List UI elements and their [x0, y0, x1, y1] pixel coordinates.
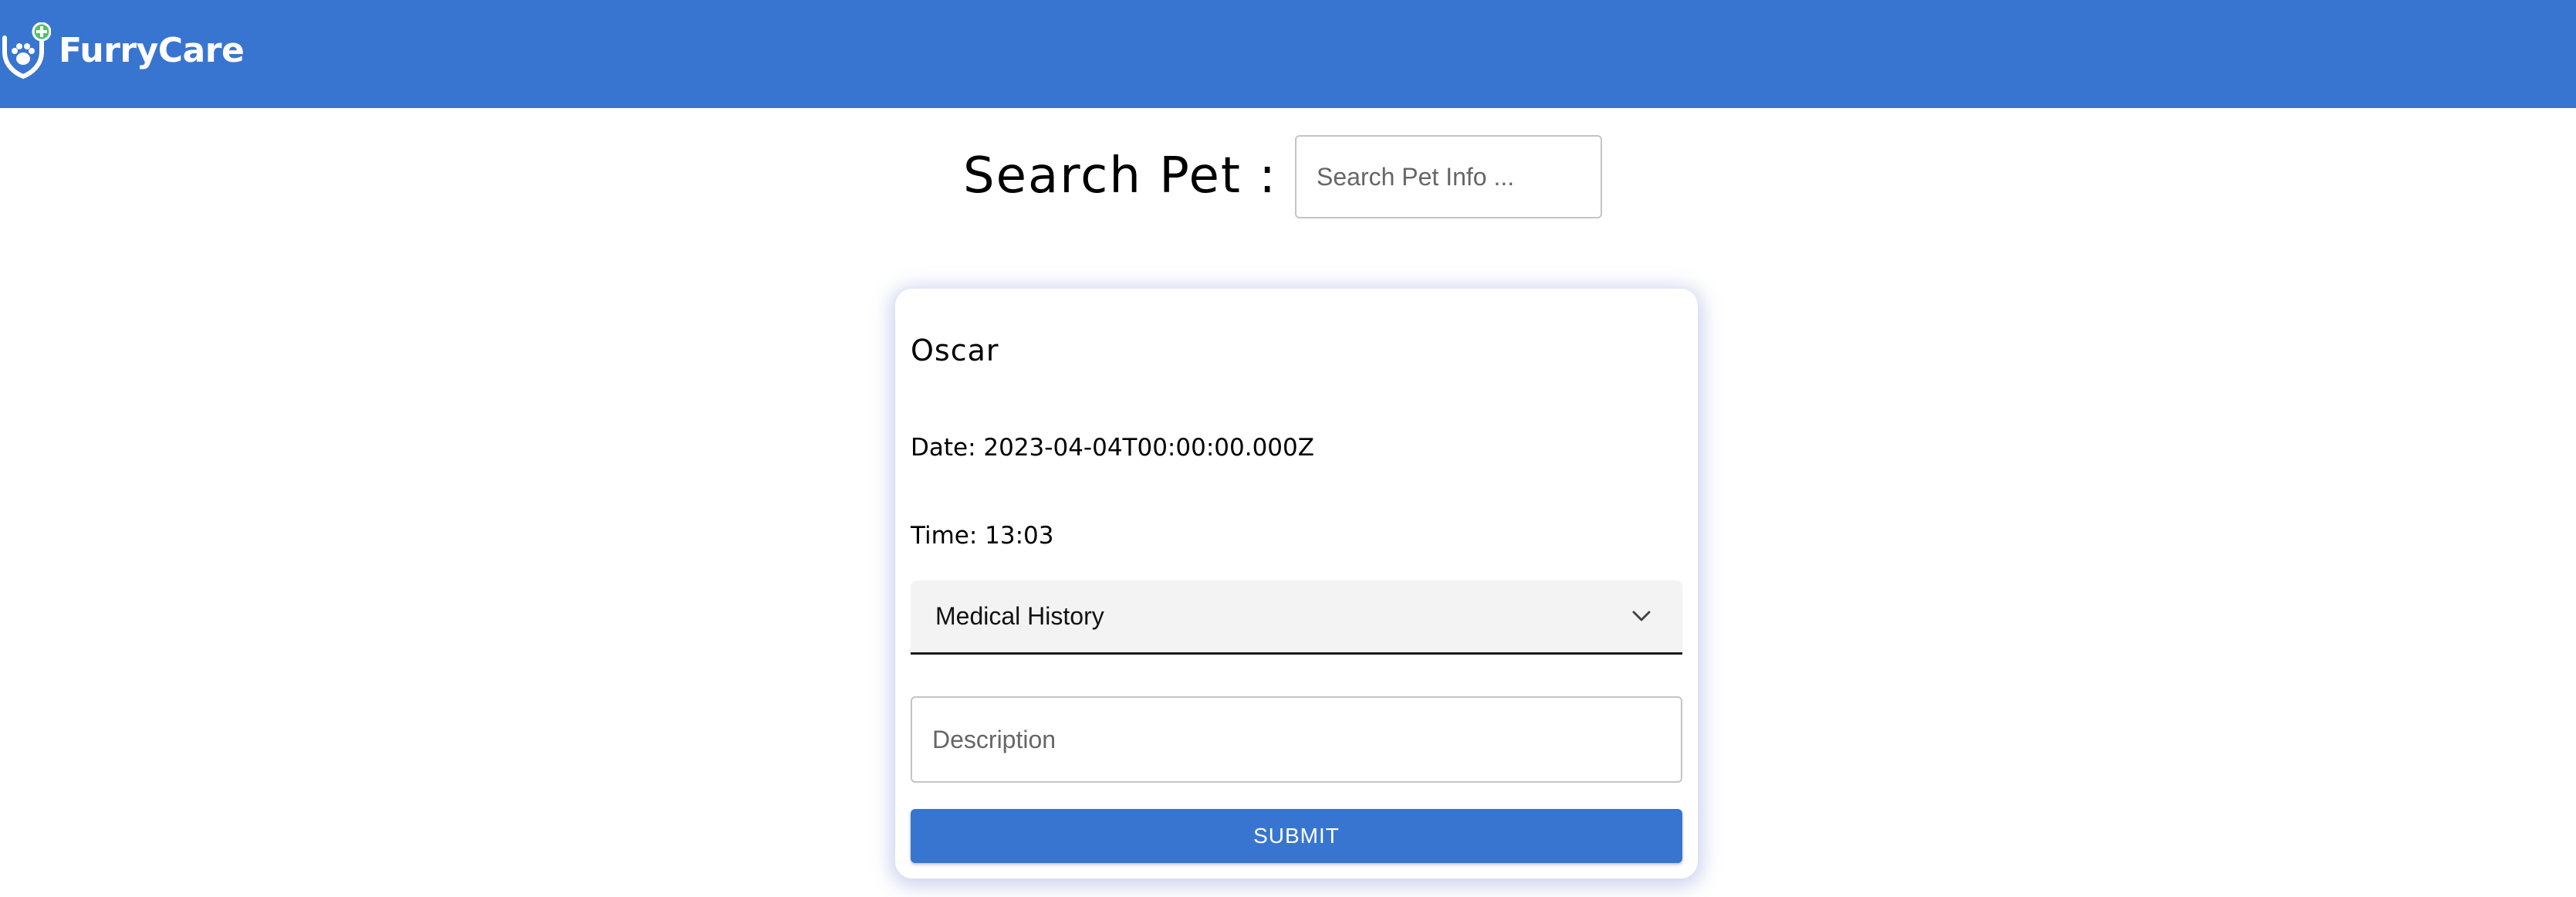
search-label: Search Pet :: [963, 147, 1277, 205]
record-type-select[interactable]: Medical History: [911, 581, 1682, 655]
top-navbar: FurryCare: [0, 0, 2576, 108]
submit-button[interactable]: SUBMIT: [911, 809, 1682, 863]
appointment-time: Time: 13:03: [911, 522, 1054, 550]
description-input[interactable]: [911, 696, 1682, 783]
brand-logo[interactable]: FurryCare: [0, 22, 245, 80]
appointment-date: Date: 2023-04-04T00:00:00.000Z: [911, 434, 1314, 462]
record-type-selected: Medical History: [935, 602, 1104, 630]
paw-shield-plus-icon: [2, 22, 51, 80]
pet-name: Oscar: [911, 333, 999, 367]
search-section: Search Pet :: [0, 135, 2576, 222]
chevron-down-icon: [1632, 611, 1651, 621]
brand-name: FurryCare: [59, 31, 245, 70]
pet-card: Oscar Date: 2023-04-04T00:00:00.000Z Tim…: [895, 289, 1698, 878]
search-input[interactable]: [1295, 135, 1602, 218]
